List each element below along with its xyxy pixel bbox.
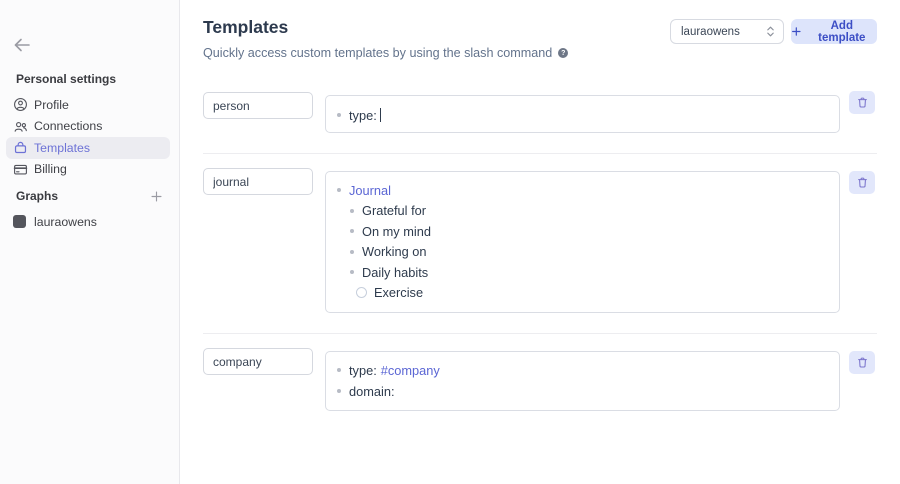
profile-icon [13, 97, 28, 112]
template-name-input-person[interactable] [203, 92, 313, 119]
trash-icon [857, 97, 867, 108]
settings-nav: Profile Connections Templates Billing [6, 94, 170, 180]
templates-icon [13, 140, 28, 155]
graph-name-label: lauraowens [34, 214, 97, 229]
graph-select[interactable]: lauraowens [670, 19, 784, 44]
template-editor-company[interactable]: type: #company domain: [325, 351, 840, 411]
template-editor-person[interactable]: type: [325, 95, 840, 133]
bullet-icon [350, 270, 354, 275]
connections-icon [13, 119, 28, 134]
bullet-icon [337, 389, 341, 394]
block-row[interactable]: Daily habits [326, 262, 839, 283]
bullet-icon [350, 208, 354, 213]
billing-icon [13, 162, 28, 177]
block-text: Working on [362, 244, 427, 260]
sidebar-item-connections[interactable]: Connections [6, 116, 170, 138]
add-graph-button[interactable] [149, 189, 163, 203]
block-row[interactable]: Working on [326, 242, 839, 263]
back-button[interactable] [10, 33, 34, 57]
sidebar-item-label: Billing [34, 162, 67, 177]
graph-icon [13, 215, 26, 229]
page-subtitle: Quickly access custom templates by using… [203, 46, 569, 60]
page-link[interactable]: Journal [349, 183, 391, 198]
sidebar: Personal settings Profile Connections Te… [0, 0, 180, 484]
info-icon[interactable]: ? [558, 48, 569, 58]
text-cursor [379, 108, 381, 123]
todo-checkbox-icon[interactable] [356, 287, 367, 299]
block-text: Grateful for [362, 203, 427, 219]
graphs-section-header: Graphs [16, 189, 163, 203]
bullet-icon [337, 113, 341, 118]
block-row[interactable]: On my mind [326, 221, 839, 242]
arrow-left-icon [14, 38, 30, 52]
block-text: Daily habits [362, 264, 429, 280]
block-row[interactable]: type: [326, 105, 839, 126]
sidebar-item-label: Connections [34, 119, 103, 134]
hashtag-link[interactable]: #company [381, 363, 440, 378]
block-text: Exercise [374, 285, 424, 301]
block-text: type: [349, 107, 377, 123]
sidebar-item-billing[interactable]: Billing [6, 159, 170, 181]
delete-template-button-company[interactable] [849, 351, 875, 374]
block-text: On my mind [362, 223, 431, 239]
page-title: Templates [203, 17, 289, 37]
sidebar-item-templates[interactable]: Templates [6, 137, 170, 159]
sidebar-item-label: Templates [34, 140, 91, 155]
personal-settings-label: Personal settings [16, 72, 117, 86]
graphs-label: Graphs [16, 189, 59, 203]
bullet-icon [350, 249, 354, 254]
block-row[interactable]: Exercise [326, 283, 839, 304]
row-divider [203, 333, 877, 334]
template-name-input-company[interactable] [203, 348, 313, 375]
block-row[interactable]: domain: [326, 381, 839, 402]
sidebar-item-label: Profile [34, 97, 69, 112]
add-template-button[interactable]: Add template [791, 19, 877, 44]
bullet-icon [350, 229, 354, 234]
block-text: domain: [349, 383, 395, 399]
trash-icon [857, 357, 867, 368]
plus-icon [150, 190, 162, 202]
sidebar-item-graph-lauraowens[interactable]: lauraowens [6, 211, 170, 233]
template-editor-journal[interactable]: Journal Grateful for On my mind Working … [325, 171, 840, 313]
bullet-icon [337, 368, 341, 373]
row-divider [203, 153, 877, 154]
plus-icon [792, 27, 801, 36]
graph-select-value: lauraowens [681, 25, 740, 38]
chevron-updown-icon [767, 26, 774, 37]
add-template-label: Add template [818, 19, 866, 44]
delete-template-button-journal[interactable] [849, 171, 875, 194]
delete-template-button-person[interactable] [849, 91, 875, 114]
block-text: type: [349, 362, 377, 378]
subtitle-text: Quickly access custom templates by using… [203, 46, 553, 60]
template-name-input-journal[interactable] [203, 168, 313, 195]
templates-settings-page: Personal settings Profile Connections Te… [0, 0, 900, 484]
block-row[interactable]: Grateful for [326, 201, 839, 222]
bullet-icon [337, 188, 341, 193]
block-row[interactable]: type: #company [326, 360, 839, 381]
trash-icon [857, 177, 867, 188]
sidebar-item-profile[interactable]: Profile [6, 94, 170, 116]
block-row[interactable]: Journal [326, 180, 839, 201]
